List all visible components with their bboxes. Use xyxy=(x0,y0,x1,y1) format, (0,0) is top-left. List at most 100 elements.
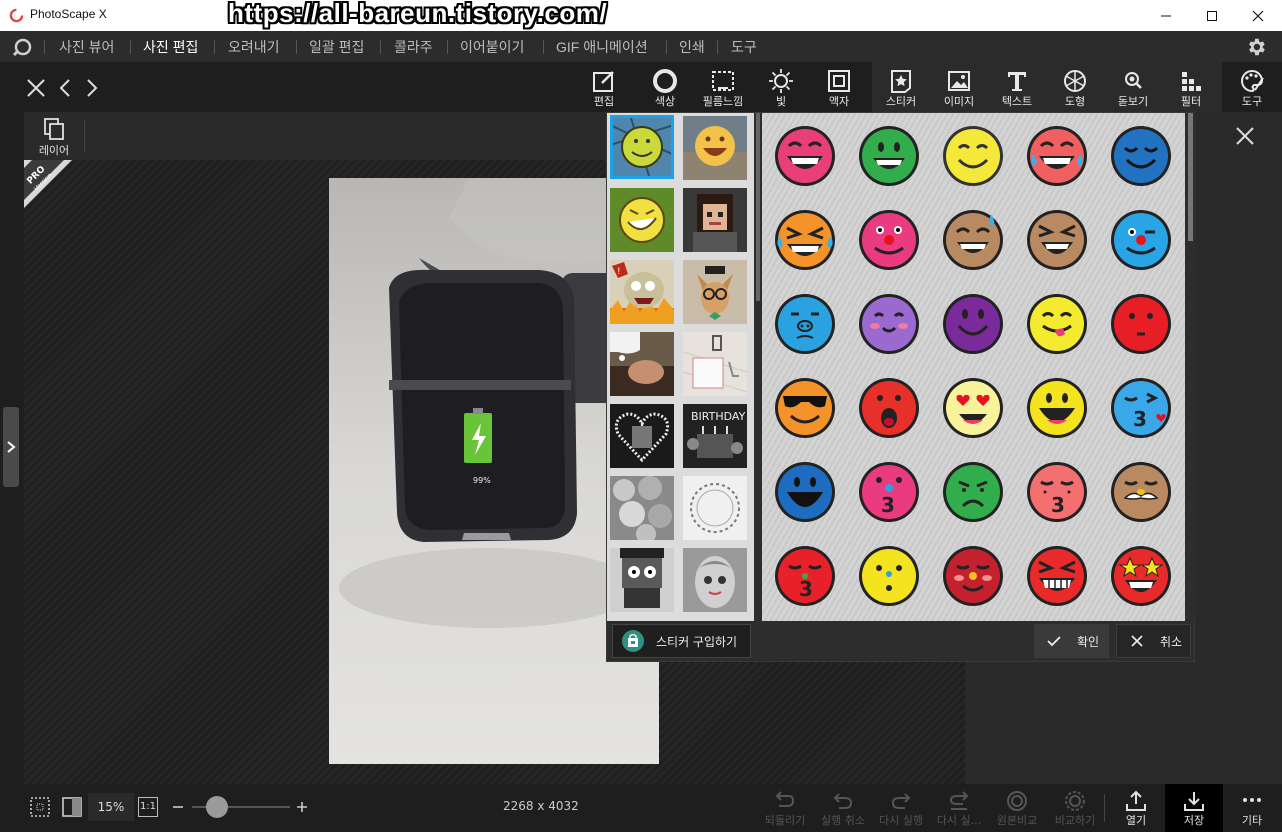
sticker-category-thumb[interactable] xyxy=(683,476,747,540)
undo-button[interactable]: 실행 취소 xyxy=(814,784,872,832)
menu-photo-viewer[interactable]: 사진 뷰어 xyxy=(59,37,114,57)
sticker-category-thumb[interactable]: ! xyxy=(610,260,674,324)
home-icon[interactable] xyxy=(11,37,33,57)
tool-tools[interactable]: 도구 xyxy=(1224,62,1280,112)
sticker-big-smile-yellow[interactable] xyxy=(1025,376,1089,440)
sticker-category-thumb[interactable] xyxy=(610,404,674,468)
category-scrollbar[interactable] xyxy=(754,113,762,621)
previous-photo-icon[interactable] xyxy=(58,78,72,98)
sticker-surprised-red[interactable] xyxy=(857,376,921,440)
close-editor-icon[interactable] xyxy=(26,78,46,98)
sticker-content-yellow[interactable] xyxy=(941,124,1005,188)
close-window-button[interactable] xyxy=(1235,0,1281,31)
sticker-kiss-blue[interactable]: 3 xyxy=(1109,376,1173,440)
sticker-clown-pink[interactable] xyxy=(857,208,921,272)
sticker-grid[interactable]: 3 3 3 3 xyxy=(762,113,1185,621)
zoom-display[interactable]: 15% xyxy=(88,793,134,821)
sticker-category-thumb[interactable] xyxy=(683,332,747,396)
sticker-category-thumb[interactable] xyxy=(610,332,674,396)
sticker-sweat-brown[interactable] xyxy=(941,208,1005,272)
sticker-category-thumb[interactable]: BIRTHDAY xyxy=(683,404,747,468)
sticker-pig-blue[interactable] xyxy=(773,292,837,356)
redo-all-button[interactable]: 다시 실... xyxy=(930,784,988,832)
more-button[interactable]: 기타 xyxy=(1223,784,1281,832)
sticker-sad-green[interactable] xyxy=(941,460,1005,524)
maximize-button[interactable] xyxy=(1189,0,1235,31)
zoom-slider-thumb[interactable] xyxy=(206,796,228,818)
minimize-button[interactable] xyxy=(1143,0,1189,31)
zoom-slider[interactable] xyxy=(192,796,290,818)
tool-shape[interactable]: 도형 xyxy=(1047,62,1103,112)
menu-print[interactable]: 인쇄 xyxy=(679,37,705,57)
tool-film[interactable]: 필름느낌 xyxy=(695,62,751,112)
sticker-category-thumb[interactable] xyxy=(610,188,674,252)
compare-button[interactable]: 비교하기 xyxy=(1046,784,1104,832)
sticker-laughing-pink[interactable] xyxy=(773,124,837,188)
sticker-grid-scroll-thumb[interactable] xyxy=(1188,113,1193,241)
tool-edit[interactable]: 편집 xyxy=(576,62,632,112)
compare-split-icon[interactable] xyxy=(61,796,83,818)
menu-cut-out[interactable]: 오려내기 xyxy=(228,37,280,57)
save-button[interactable]: 저장 xyxy=(1165,784,1223,832)
sticker-kiss-salmon[interactable]: 3 xyxy=(1025,460,1089,524)
selection-grid-icon[interactable] xyxy=(29,796,51,818)
tool-sticker[interactable]: 스티커 xyxy=(873,62,929,112)
sticker-tongue-yellow[interactable] xyxy=(1025,292,1089,356)
sticker-category-thumb[interactable] xyxy=(683,116,747,180)
cancel-button[interactable]: 취소 xyxy=(1116,624,1191,658)
sticker-category-thumb[interactable] xyxy=(683,548,747,612)
close-panel-icon[interactable] xyxy=(1235,126,1255,146)
actual-size-button[interactable]: 1:1 xyxy=(138,797,158,817)
menu-photo-edit[interactable]: 사진 편집 xyxy=(143,37,198,57)
settings-gear-icon[interactable] xyxy=(1245,36,1267,58)
sticker-kiss-red[interactable]: 3 xyxy=(773,544,837,608)
sticker-smile-green[interactable] xyxy=(857,124,921,188)
sticker-dots-yellow[interactable] xyxy=(857,544,921,608)
sticker-category-thumb[interactable] xyxy=(610,548,674,612)
zoom-out-icon[interactable] xyxy=(172,801,184,813)
menu-batch-edit[interactable]: 일괄 편집 xyxy=(309,37,364,57)
sticker-grin-brown[interactable] xyxy=(1025,208,1089,272)
sticker-grid-scrollbar[interactable] xyxy=(1185,113,1196,621)
menu-collage[interactable]: 콜라주 xyxy=(394,37,433,57)
expand-panel-handle[interactable] xyxy=(3,407,19,487)
sticker-category-list[interactable]: ! BIRTHDAY xyxy=(607,113,754,621)
tool-filter[interactable]: 필터 xyxy=(1163,62,1219,112)
menu-tools[interactable]: 도구 xyxy=(731,37,757,57)
sticker-smile-purple[interactable] xyxy=(941,292,1005,356)
buy-stickers-button[interactable]: 스티커 구입하기 xyxy=(612,624,751,658)
sticker-neutral-red[interactable] xyxy=(1109,292,1173,356)
redo-button[interactable]: 다시 실행 xyxy=(872,784,930,832)
sticker-mustache-brown[interactable] xyxy=(1109,460,1173,524)
sticker-open-mouth-blue[interactable] xyxy=(773,460,837,524)
sticker-category-thumb[interactable] xyxy=(610,115,674,179)
tool-text[interactable]: 텍스트 xyxy=(989,62,1045,112)
sticker-calm-blue[interactable] xyxy=(1109,124,1173,188)
sticker-kiss-pink[interactable]: 3 xyxy=(857,460,921,524)
sticker-heart-eyes-cream[interactable] xyxy=(941,376,1005,440)
tool-image[interactable]: 이미지 xyxy=(931,62,987,112)
sticker-laughing-orange[interactable] xyxy=(773,208,837,272)
sticker-wink-blue[interactable] xyxy=(1109,208,1173,272)
sticker-teeth-red[interactable] xyxy=(1025,544,1089,608)
sticker-clown-crimson[interactable] xyxy=(941,544,1005,608)
tool-light[interactable]: 빛 xyxy=(753,62,809,112)
sticker-category-thumb[interactable] xyxy=(683,260,747,324)
sticker-sunglasses-orange[interactable] xyxy=(773,376,837,440)
next-photo-icon[interactable] xyxy=(85,78,99,98)
sticker-category-thumb[interactable] xyxy=(683,188,747,252)
menu-gif-animation[interactable]: GIF 애니메이션 xyxy=(556,37,648,57)
tool-color[interactable]: 색상 xyxy=(637,62,693,112)
layer-button[interactable]: 레이어 xyxy=(32,114,76,158)
confirm-button[interactable]: 확인 xyxy=(1034,624,1109,658)
sticker-tears-of-joy-red[interactable] xyxy=(1025,124,1089,188)
compare-original-button[interactable]: 원본비교 xyxy=(988,784,1046,832)
tool-magnifier[interactable]: 돋보기 xyxy=(1105,62,1161,112)
tool-frame[interactable]: 액자 xyxy=(811,62,867,112)
menu-combine[interactable]: 이어붙이기 xyxy=(460,37,524,57)
zoom-in-icon[interactable] xyxy=(296,801,308,813)
sticker-star-eyes-red[interactable] xyxy=(1109,544,1173,608)
open-button[interactable]: 열기 xyxy=(1107,784,1165,832)
revert-button[interactable]: 되돌리기 xyxy=(756,784,814,832)
sticker-category-thumb[interactable] xyxy=(610,476,674,540)
